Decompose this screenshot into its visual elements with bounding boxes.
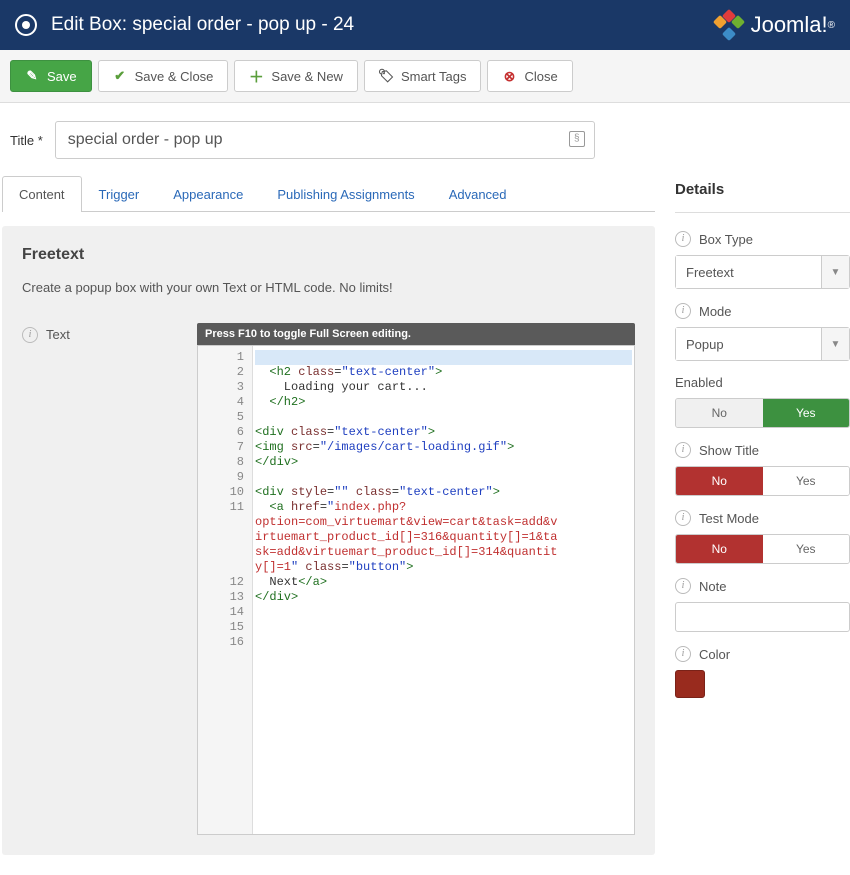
editor-tip: Press F10 to toggle Full Screen editing. [197, 323, 635, 345]
save-button[interactable]: ✎Save [10, 60, 92, 92]
info-icon[interactable]: i [22, 327, 38, 343]
test-mode-toggle[interactable]: NoYes [675, 534, 850, 564]
title-label: Title * [10, 133, 43, 148]
show-title-label: Show Title [699, 443, 759, 458]
details-sidebar: Details i Box Type Freetext▼ i Mode Popup▼… [675, 161, 850, 855]
mode-label: Mode [699, 304, 732, 319]
code-editor: Press F10 to toggle Full Screen editing.… [197, 323, 635, 835]
test-mode-label: Test Mode [699, 511, 759, 526]
header-bar: Edit Box: special order - pop up - 24 Jo… [0, 0, 850, 50]
info-icon[interactable]: i [675, 303, 691, 319]
joomla-logo: Joomla!® [715, 11, 835, 39]
check-icon: ✎ [25, 68, 39, 84]
tab-publishing[interactable]: Publishing Assignments [260, 176, 431, 212]
smart-tags-button[interactable]: 🏷Smart Tags [364, 60, 482, 92]
color-swatch[interactable] [675, 670, 705, 698]
close-icon: ⊗ [502, 68, 516, 85]
page-title: Edit Box: special order - pop up - 24 [51, 14, 354, 36]
show-title-toggle[interactable]: NoYes [675, 466, 850, 496]
save-close-button[interactable]: ✔Save & Close [98, 60, 229, 92]
chevron-down-icon: ▼ [821, 328, 849, 360]
note-input[interactable] [675, 602, 850, 632]
toolbar: ✎Save ✔Save & Close ＋Save & New 🏷Smart T… [0, 50, 850, 103]
color-label: Color [699, 647, 730, 662]
title-row: Title * § [0, 103, 850, 161]
tab-content[interactable]: Content [2, 176, 82, 212]
tabs: Content Trigger Appearance Publishing As… [2, 175, 655, 212]
tab-trigger[interactable]: Trigger [82, 176, 157, 212]
target-icon [15, 14, 37, 36]
text-field-label: i Text [22, 323, 187, 835]
note-label: Note [699, 579, 726, 594]
box-type-select[interactable]: Freetext▼ [675, 255, 850, 289]
close-button[interactable]: ⊗Close [487, 60, 572, 92]
plus-icon: ＋ [249, 66, 263, 87]
save-new-button[interactable]: ＋Save & New [234, 60, 358, 92]
info-icon[interactable]: i [675, 231, 691, 247]
panel-heading: Freetext [22, 246, 635, 264]
info-icon[interactable]: i [675, 442, 691, 458]
check-icon: ✔ [113, 68, 127, 84]
chevron-down-icon: ▼ [821, 256, 849, 288]
tab-appearance[interactable]: Appearance [156, 176, 260, 212]
details-heading: Details [675, 181, 850, 213]
tab-advanced[interactable]: Advanced [432, 176, 524, 212]
content-panel: Freetext Create a popup box with your ow… [2, 226, 655, 855]
title-input[interactable] [55, 121, 595, 159]
field-info-icon[interactable]: § [569, 131, 585, 147]
info-icon[interactable]: i [675, 646, 691, 662]
editor-gutter: 1234567891011 1213141516 [198, 346, 253, 834]
enabled-toggle[interactable]: NoYes [675, 398, 850, 428]
enabled-label: Enabled [675, 375, 723, 390]
mode-select[interactable]: Popup▼ [675, 327, 850, 361]
info-icon[interactable]: i [675, 578, 691, 594]
panel-desc: Create a popup box with your own Text or… [22, 280, 635, 295]
box-type-label: Box Type [699, 232, 753, 247]
tag-icon: 🏷 [379, 68, 393, 84]
info-icon[interactable]: i [675, 510, 691, 526]
editor-textarea[interactable]: <h2 class="text-center"> Loading your ca… [253, 346, 634, 834]
